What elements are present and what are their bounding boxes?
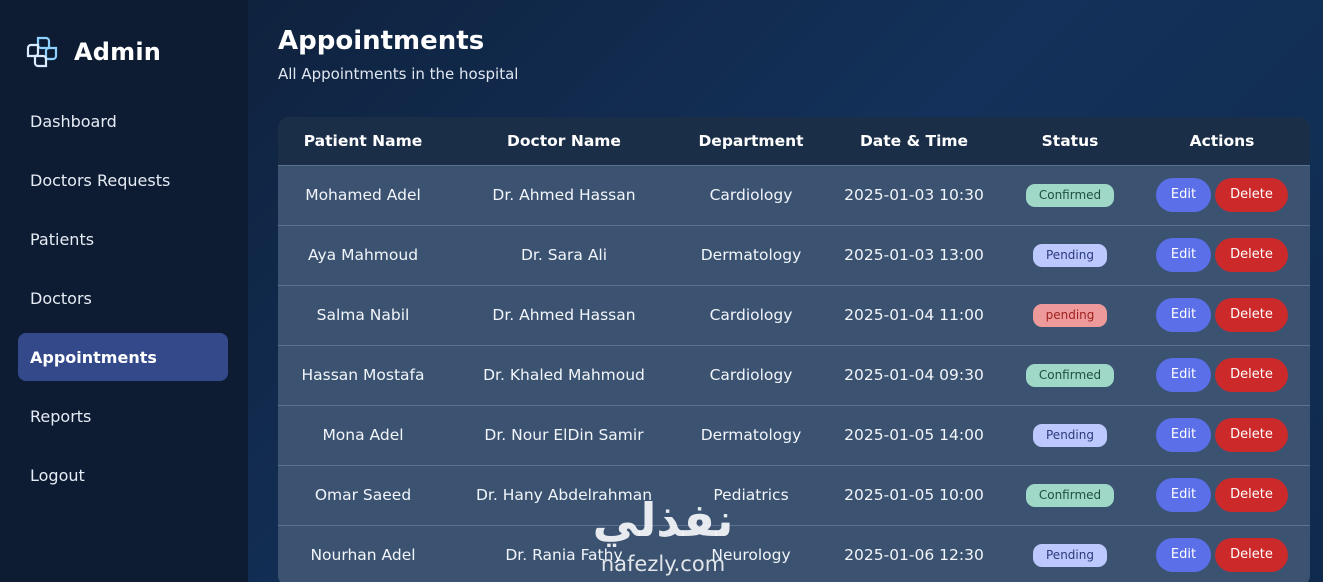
status-cell: Confirmed	[1006, 465, 1134, 525]
edit-button[interactable]: Edit	[1156, 178, 1211, 212]
sidebar-item-logout[interactable]: Logout	[18, 451, 228, 499]
patient-name-cell: Nourhan Adel	[310, 546, 416, 565]
status-badge: Pending	[1033, 543, 1107, 567]
table-header-row: Patient Name Doctor Name Department Date…	[278, 117, 1310, 165]
datetime-cell: 2025-01-04 11:00	[844, 306, 984, 324]
status-cell: Confirmed	[1006, 165, 1134, 225]
sidebar-nav: Dashboard Doctors Requests Patients Doct…	[18, 97, 228, 510]
actions-cell: Edit Delete	[1134, 525, 1310, 582]
patient-name-cell: Hassan Mostafa	[301, 366, 425, 384]
status-badge: Pending	[1033, 423, 1107, 447]
doctor-name-cell: Dr. Ahmed Hassan	[492, 186, 636, 204]
doctor-name-cell: Dr. Hany Abdelrahman	[475, 486, 653, 504]
sidebar: Admin Dashboard Doctors Requests Patient…	[0, 0, 248, 582]
datetime-cell: 2025-01-05 10:00	[844, 486, 984, 504]
table-body: Mohamed Adel Dr. Ahmed Hassan Cardiology 20…	[278, 165, 1310, 582]
status-badge: Confirmed	[1025, 483, 1115, 507]
sidebar-item-patients[interactable]: Patients	[18, 215, 228, 263]
status-badge: pending	[1032, 303, 1108, 327]
table-row: Aya Mahmoud Dr. Sara Ali Dermatology 2025-0…	[278, 225, 1310, 285]
table-row: Hassan Mostafa Dr. Khaled Mahmoud Cardiolo…	[278, 345, 1310, 405]
column-header-patient: Patient Name	[303, 131, 423, 150]
status-cell: Pending	[1006, 405, 1134, 465]
actions-cell: Edit Delete	[1134, 225, 1310, 285]
department-cell: Neurology	[711, 546, 791, 565]
patient-name-cell: Salma Nabil	[316, 306, 410, 324]
actions-cell: Edit Delete	[1134, 345, 1310, 405]
table-row: Mohamed Adel Dr. Ahmed Hassan Cardiology 20…	[278, 165, 1310, 225]
department-cell: Cardiology	[709, 366, 793, 384]
column-header-actions: Actions	[1189, 131, 1255, 150]
actions-cell: Edit Delete	[1134, 165, 1310, 225]
edit-button[interactable]: Edit	[1156, 238, 1211, 272]
sidebar-item-doctors-requests[interactable]: Doctors Requests	[18, 156, 228, 204]
edit-button[interactable]: Edit	[1156, 418, 1211, 452]
actions-cell: Edit Delete	[1134, 465, 1310, 525]
column-header-status: Status	[1041, 131, 1099, 150]
patient-name-cell: Mona Adel	[322, 426, 404, 444]
doctor-name-cell: Dr. Ahmed Hassan	[492, 306, 636, 324]
table-row: Mona Adel Dr. Nour ElDin Samir Dermatology…	[278, 405, 1310, 465]
edit-button[interactable]: Edit	[1156, 538, 1211, 573]
actions-cell: Edit Delete	[1134, 405, 1310, 465]
department-cell: Dermatology	[700, 426, 802, 444]
delete-button[interactable]: Delete	[1215, 238, 1288, 272]
status-badge: Confirmed	[1025, 363, 1115, 387]
delete-button[interactable]: Delete	[1215, 478, 1288, 512]
datetime-cell: 2025-01-03 10:30	[844, 186, 984, 204]
delete-button[interactable]: Delete	[1215, 418, 1288, 452]
status-badge: Confirmed	[1025, 183, 1115, 207]
patient-name-cell: Omar Saeed	[314, 486, 412, 504]
sidebar-item-doctors[interactable]: Doctors	[18, 274, 228, 322]
datetime-cell: 2025-01-05 14:00	[844, 426, 984, 444]
doctor-name-cell: Dr. Sara Ali	[520, 246, 608, 264]
page-title: Appointments	[278, 26, 485, 56]
doctor-name-cell: Dr. Rania Fathy	[505, 546, 623, 565]
appointments-table-container: Patient Name Doctor Name Department Date…	[278, 117, 1310, 582]
status-cell: Pending	[1006, 525, 1134, 582]
medical-cross-icon	[26, 36, 58, 68]
status-badge: Pending	[1033, 243, 1107, 267]
department-cell: Pediatrics	[713, 486, 789, 504]
status-cell: Confirmed	[1006, 345, 1134, 405]
table-row: Omar Saeed Dr. Hany Abdelrahman Pediatrics…	[278, 465, 1310, 525]
column-header-datetime: Date & Time	[859, 131, 969, 150]
edit-button[interactable]: Edit	[1156, 358, 1211, 392]
table-row: Salma Nabil Dr. Ahmed Hassan Cardiology 202…	[278, 285, 1310, 345]
delete-button[interactable]: Delete	[1215, 178, 1288, 212]
datetime-cell: 2025-01-04 09:30	[844, 366, 984, 384]
sidebar-item-appointments[interactable]: Appointments	[18, 333, 228, 381]
delete-button[interactable]: Delete	[1215, 358, 1288, 392]
doctor-name-cell: Dr. Khaled Mahmoud	[483, 366, 645, 384]
datetime-cell: 2025-01-03 13:00	[844, 246, 984, 264]
brand-name: Admin	[74, 38, 162, 66]
department-cell: Dermatology	[700, 246, 802, 264]
actions-cell: Edit Delete	[1134, 285, 1310, 345]
page-subtitle: All Appointments in the hospital	[278, 65, 519, 83]
edit-button[interactable]: Edit	[1156, 478, 1211, 512]
brand: Admin	[24, 34, 161, 70]
status-cell: Pending	[1006, 225, 1134, 285]
table-row: Nourhan Adel Dr. Rania Fathy Neurology 2025…	[278, 525, 1310, 582]
datetime-cell: 2025-01-06 12:30	[844, 546, 984, 565]
column-header-department: Department	[698, 131, 804, 150]
patient-name-cell: Mohamed Adel	[305, 186, 421, 204]
status-cell: pending	[1006, 285, 1134, 345]
sidebar-item-dashboard[interactable]: Dashboard	[18, 97, 228, 145]
doctor-name-cell: Dr. Nour ElDin Samir	[484, 426, 644, 444]
sidebar-item-reports[interactable]: Reports	[18, 392, 228, 440]
department-cell: Cardiology	[709, 306, 793, 324]
delete-button[interactable]: Delete	[1215, 538, 1288, 573]
delete-button[interactable]: Delete	[1215, 298, 1288, 332]
edit-button[interactable]: Edit	[1156, 298, 1211, 332]
patient-name-cell: Aya Mahmoud	[307, 246, 419, 264]
appointments-table: Patient Name Doctor Name Department Date…	[278, 117, 1310, 582]
department-cell: Cardiology	[709, 186, 793, 204]
column-header-doctor: Doctor Name	[507, 131, 621, 150]
